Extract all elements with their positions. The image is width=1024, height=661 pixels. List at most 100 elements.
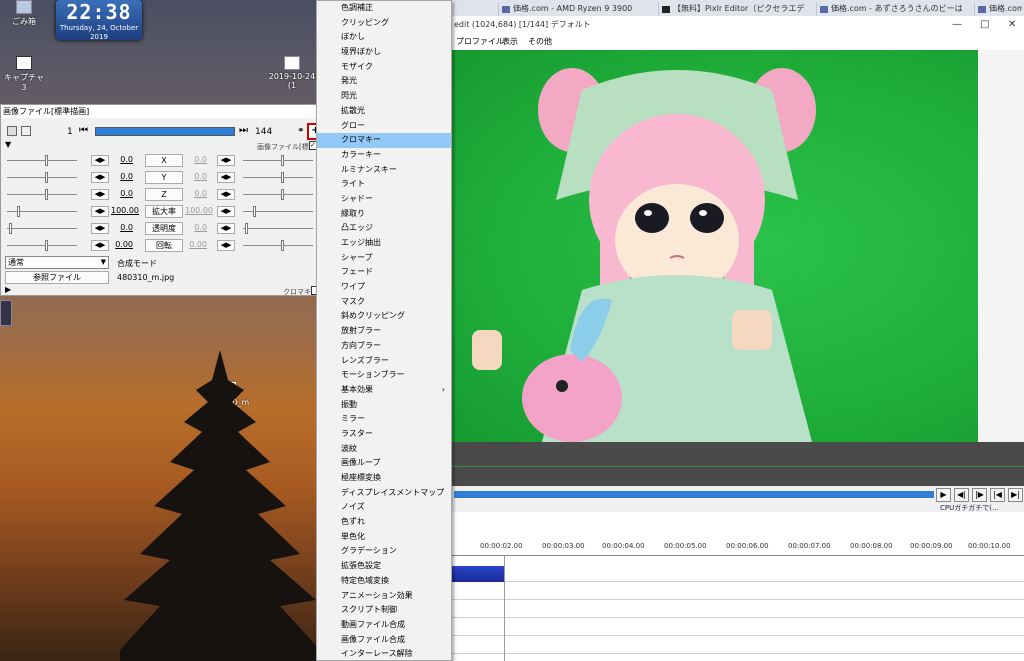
- menu-item[interactable]: 拡張色設定: [317, 559, 451, 574]
- menu-item[interactable]: フェード: [317, 265, 451, 280]
- menu-item[interactable]: 画像ファイル合成: [317, 633, 451, 648]
- param-value-end[interactable]: 100.00: [185, 206, 213, 215]
- param-value-end[interactable]: 0.0: [185, 223, 207, 232]
- stepper-arrows[interactable]: ◀▶: [217, 223, 235, 234]
- slider-knob[interactable]: [17, 206, 20, 217]
- menu-item[interactable]: 凸エッジ: [317, 221, 451, 236]
- go-start-icon[interactable]: |◀: [990, 488, 1005, 502]
- play-icon[interactable]: ▶: [936, 488, 951, 502]
- menu-item[interactable]: レンズブラー: [317, 354, 451, 369]
- menu-item[interactable]: クリッピング: [317, 16, 451, 31]
- step-back-icon[interactable]: ◀|: [954, 488, 969, 502]
- maximize-icon[interactable]: □: [980, 16, 989, 34]
- browser-tab[interactable]: 価格.com: [974, 2, 1022, 16]
- param-button[interactable]: Z: [145, 188, 183, 201]
- param-value[interactable]: 0.0: [111, 223, 133, 232]
- link-icon[interactable]: ⚭: [297, 126, 305, 136]
- stepper-arrows[interactable]: ◀▶: [217, 240, 235, 251]
- menu-item[interactable]: 色ずれ: [317, 515, 451, 530]
- copy-icon[interactable]: [21, 126, 31, 136]
- param-button[interactable]: 透明度: [145, 222, 183, 235]
- ref-file-button[interactable]: 参照ファイル: [5, 271, 109, 284]
- menu-item[interactable]: シャドー: [317, 192, 451, 207]
- slider-knob[interactable]: [45, 240, 48, 251]
- menu-view[interactable]: 表示: [502, 36, 518, 47]
- browser-tab[interactable]: 【無料】Pixlr Editor（ピクセラエディ: [658, 2, 804, 16]
- layer-row[interactable]: [452, 600, 1024, 618]
- menu-item[interactable]: 方向ブラー: [317, 339, 451, 354]
- layer-row[interactable]: [452, 564, 1024, 582]
- stepper-arrows[interactable]: ◀▶: [91, 223, 109, 234]
- slider-knob[interactable]: [45, 189, 48, 200]
- menu-item[interactable]: 境界ぼかし: [317, 45, 451, 60]
- step-forward-icon[interactable]: |▶: [972, 488, 987, 502]
- param-value-end[interactable]: 0.0: [185, 155, 207, 164]
- menu-item[interactable]: 斜めクリッピング: [317, 309, 451, 324]
- param-value[interactable]: 0.00: [111, 240, 133, 249]
- layer-row[interactable]: [452, 582, 1024, 600]
- menu-item[interactable]: 極座標変換: [317, 471, 451, 486]
- menu-item[interactable]: ノイズ: [317, 500, 451, 515]
- menu-item[interactable]: 単色化: [317, 530, 451, 545]
- collapse-icon[interactable]: ▼: [5, 140, 11, 149]
- next-frame-icon[interactable]: ⏭: [239, 125, 248, 136]
- timeline-clip[interactable]: [452, 566, 504, 582]
- menu-item[interactable]: ワイプ: [317, 280, 451, 295]
- menu-item[interactable]: 動画ファイル合成: [317, 618, 451, 633]
- stepper-arrows[interactable]: ◀▶: [91, 240, 109, 251]
- slider-knob[interactable]: [281, 155, 284, 166]
- menu-item[interactable]: 波紋: [317, 442, 451, 457]
- menu-item[interactable]: ライト: [317, 177, 451, 192]
- stepper-arrows[interactable]: ◀▶: [91, 155, 109, 166]
- menu-item[interactable]: ミラー: [317, 412, 451, 427]
- param-value[interactable]: 0.0: [111, 189, 133, 198]
- menu-item[interactable]: 縁取り: [317, 207, 451, 222]
- menu-item[interactable]: 閃光: [317, 89, 451, 104]
- menu-item[interactable]: クロマキー: [317, 133, 451, 148]
- param-value-end[interactable]: 0.0: [185, 189, 207, 198]
- menu-item[interactable]: 色調補正: [317, 1, 451, 16]
- slider-knob[interactable]: [281, 240, 284, 251]
- slider-knob[interactable]: [45, 172, 48, 183]
- go-end-icon[interactable]: ▶|: [1008, 488, 1023, 502]
- stepper-arrows[interactable]: ◀▶: [217, 189, 235, 200]
- menu-item[interactable]: 振動: [317, 398, 451, 413]
- param-button[interactable]: X: [145, 154, 183, 167]
- menu-item[interactable]: エッジ抽出: [317, 236, 451, 251]
- param-button[interactable]: Y: [145, 171, 183, 184]
- param-value[interactable]: 100.00: [111, 206, 139, 215]
- film-icon[interactable]: [7, 126, 17, 136]
- param-value-end[interactable]: 0.00: [185, 240, 207, 249]
- menu-item[interactable]: 発光: [317, 74, 451, 89]
- menu-item[interactable]: マスク: [317, 295, 451, 310]
- stepper-arrows[interactable]: ◀▶: [91, 172, 109, 183]
- minimize-icon[interactable]: —: [952, 16, 962, 34]
- param-value[interactable]: 0.0: [111, 155, 133, 164]
- menu-item[interactable]: インターレース解除: [317, 647, 451, 661]
- prev-frame-icon[interactable]: ⏮: [79, 125, 88, 136]
- menu-item[interactable]: 特定色域変換: [317, 574, 451, 589]
- menu-item[interactable]: ルミナンスキー: [317, 163, 451, 178]
- stepper-arrows[interactable]: ◀▶: [217, 172, 235, 183]
- browser-tab[interactable]: 価格.com - AMD Ryzen 9 3900: [498, 2, 644, 16]
- menu-item[interactable]: 放射ブラー: [317, 324, 451, 339]
- menu-item[interactable]: アニメーション効果: [317, 589, 451, 604]
- browser-tab[interactable]: 価格.com - あずさろうさんのビーは: [816, 2, 962, 16]
- layer-row[interactable]: [452, 618, 1024, 636]
- slider-knob[interactable]: [281, 189, 284, 200]
- seek-bar[interactable]: [454, 491, 934, 498]
- slider-knob[interactable]: [245, 223, 248, 234]
- stepper-arrows[interactable]: ◀▶: [217, 155, 235, 166]
- menu-item[interactable]: ラスター: [317, 427, 451, 442]
- dated-folder-icon[interactable]: 2019-10-24 (1: [266, 56, 318, 90]
- capture-shortcut[interactable]: キャプチャ3: [2, 56, 46, 92]
- menu-item[interactable]: ぼかし: [317, 30, 451, 45]
- param-value-end[interactable]: 0.0: [185, 172, 207, 181]
- close-icon[interactable]: ✕: [1008, 16, 1016, 34]
- menu-item[interactable]: モーションブラー: [317, 368, 451, 383]
- param-value[interactable]: 0.0: [111, 172, 133, 181]
- frame-slider[interactable]: [95, 127, 235, 136]
- slider-knob[interactable]: [9, 223, 12, 234]
- blend-mode-select[interactable]: 通常 ▼: [5, 256, 109, 269]
- param-button[interactable]: 拡大率: [145, 205, 183, 218]
